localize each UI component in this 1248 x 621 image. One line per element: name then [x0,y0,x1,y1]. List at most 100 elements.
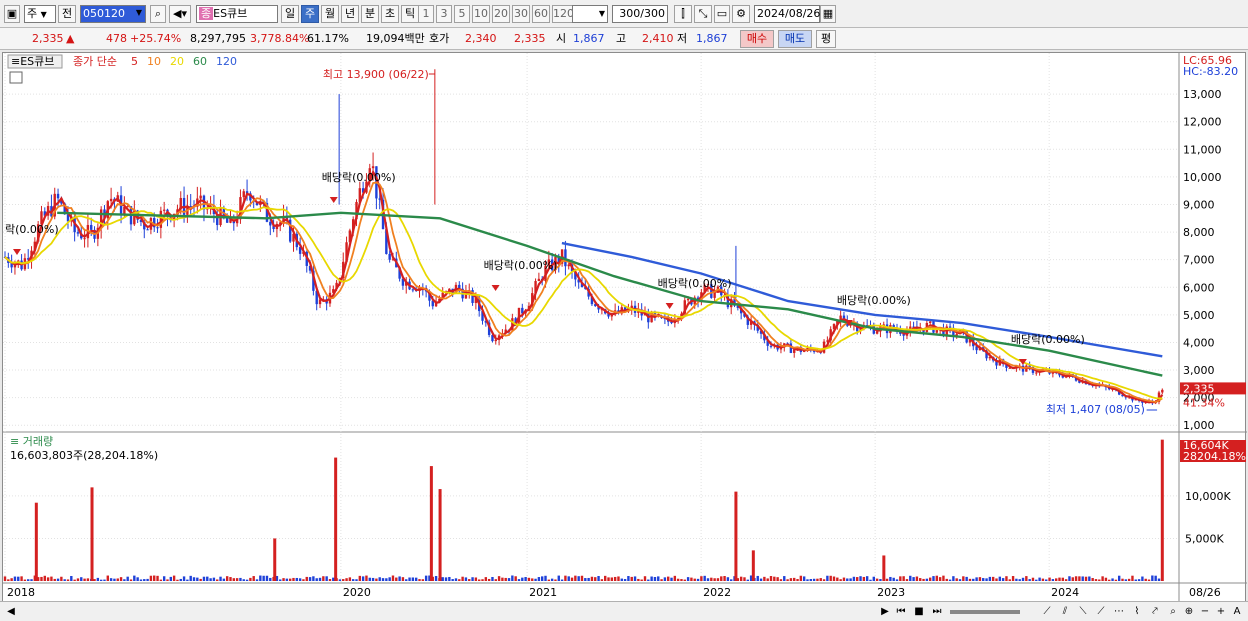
x-tick-label: 2018 [7,586,35,599]
interval-tab-3[interactable]: 10 [472,5,490,23]
blank-dropdown[interactable]: ▼ [572,5,608,23]
interval-tab-1[interactable]: 3 [436,5,452,23]
volume-bar [302,579,305,581]
volume-bar [899,576,902,581]
volume-bar [862,576,866,581]
volume-bar [633,576,637,581]
dividend-annotation: 배당락(0.00%) [484,259,558,272]
volume-value: 8,297,795 [190,32,246,45]
last-icon[interactable]: ⏭ [930,605,944,619]
volume-bar [544,575,547,581]
tool-icon-4[interactable]: ⟋ [1094,605,1108,619]
interval-tab-6[interactable]: 60 [532,5,550,23]
code-dropdown-icon[interactable]: ▼ [132,5,146,23]
volume-bar [663,577,667,581]
volume-bar [766,578,769,581]
pause-icon[interactable]: ■ [912,605,926,619]
interval-tab-0[interactable]: 1 [418,5,434,23]
stock-name-field[interactable]: 종 ES큐브 [196,5,278,23]
volume-bar [1104,577,1108,581]
period-tab-6[interactable]: 틱 [401,5,419,23]
period-tab-0[interactable]: 일 [281,5,299,23]
chart-svg[interactable]: 1,0002,0003,0004,0005,0006,0007,0008,000… [3,53,1247,603]
candle-icon[interactable]: ⫿ [674,5,692,23]
volume-bar [441,577,444,581]
tool-icon-6[interactable]: ⌇ [1130,605,1144,619]
magnify-icon[interactable]: ⌕ [1166,605,1180,619]
period-tab-2[interactable]: 월 [321,5,339,23]
scroll-left-icon[interactable]: ◀ [4,605,18,619]
volume-spike-bar [334,457,338,581]
volume-bar [789,578,793,581]
chart-area[interactable]: 1,000 2,000 3,000 4,000 5,000 6,000 7,000 8,000… [2,52,1247,603]
interval-tab-4[interactable]: 20 [492,5,510,23]
volume-bar [829,575,832,581]
zoom-in-icon[interactable]: ⊕ [1182,605,1196,619]
volume-bar [262,575,265,581]
volume-bar [746,579,749,581]
first-icon[interactable]: ⏮ [894,605,908,619]
eval-button[interactable]: 평 [816,30,836,48]
volume-bar [342,579,345,581]
volume-bar [1038,577,1041,581]
save-icon[interactable]: ▭ [714,5,730,23]
period-type-select[interactable]: 주 ▼ [24,5,56,23]
volume-bar [928,577,932,581]
volume-bar [451,579,454,581]
font-size-icon[interactable]: A [1230,605,1244,619]
search-icon[interactable]: ⌕ [150,5,166,23]
interval-tab-5[interactable]: 30 [512,5,530,23]
plus-icon[interactable]: + [1214,605,1228,619]
volume-bar [27,579,30,581]
x-tick-label: 2020 [343,586,371,599]
zoom-out-icon[interactable]: − [1198,605,1212,619]
period-tab-5[interactable]: 초 [381,5,399,23]
count-field[interactable]: 300/300 [612,5,668,23]
volume-bar [650,576,653,581]
sell-button[interactable]: 매도 [778,30,812,48]
tool-icon-1[interactable]: ⟋ [1040,605,1054,619]
bottom-scrollbar[interactable]: ◀ ▶ ⏮ ■ ⏭ ⟋ ⫽ ⟍ ⟋ ⋯ ⌇ ⤤ ⌕ ⊕ − + A [0,601,1248,621]
volume-bar [889,576,892,581]
prev-button[interactable]: 전 [58,5,76,23]
window-icon[interactable]: ▣ [4,5,20,23]
date-field[interactable]: 2024/08/26 [754,5,820,23]
candle-body [76,232,80,234]
volume-bar [1061,577,1065,581]
period-tab-1[interactable]: 주 [301,5,319,23]
ma-lines [4,169,1164,404]
interval-tab-7[interactable]: 120 [552,5,574,23]
tool-icon-3[interactable]: ⟍ [1076,605,1090,619]
volume-bar [590,576,594,581]
volume-bar [1064,579,1068,581]
open-value: 1,867 [573,32,605,45]
volume-bar [958,579,962,581]
table-icon [9,71,23,84]
volume-tick-label: 10,000K [1185,490,1231,503]
volume-bar [235,578,239,581]
speaker-icon[interactable]: ◀▾ [169,5,191,23]
period-tab-4[interactable]: 분 [361,5,379,23]
volume-bar [627,576,630,581]
volume-bar [249,577,252,581]
gear-icon[interactable]: ⚙ [732,5,750,23]
zoom-slider[interactable] [950,610,1020,614]
calendar-icon[interactable]: ▦ [820,5,836,23]
period-tab-3[interactable]: 년 [341,5,359,23]
draw-tool-icon[interactable]: ⤡ [694,5,712,23]
volume-bar [557,575,560,581]
scroll-right-icon[interactable]: ▶ [878,605,892,619]
tool-icon-2[interactable]: ⫽ [1058,605,1072,619]
volume-bar [604,575,607,581]
volume-bar [464,577,468,581]
volume-bar [219,576,222,581]
buy-button[interactable]: 매수 [740,30,774,48]
price-tick-label: 5,000 [1183,309,1215,322]
volume-bar [1011,576,1015,581]
tool-icon-7[interactable]: ⤤ [1148,605,1162,619]
volume-bar [912,577,915,581]
tool-icon-5[interactable]: ⋯ [1112,605,1126,619]
volume-bar [895,579,899,581]
volume-bar [265,575,269,581]
interval-tab-2[interactable]: 5 [454,5,470,23]
